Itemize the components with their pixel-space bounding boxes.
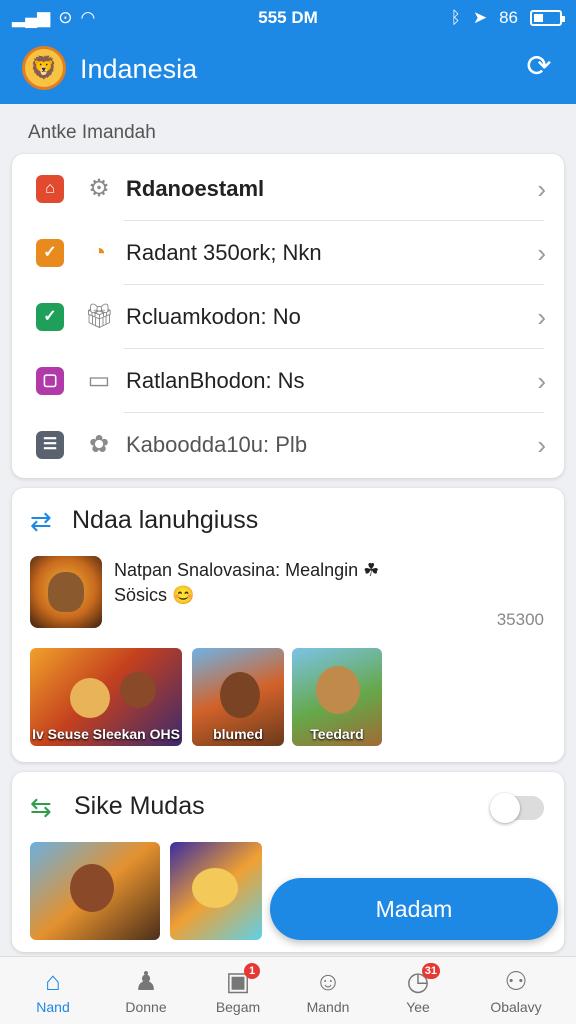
chat-icon: ▭ <box>87 367 111 394</box>
game-tile-caption: blumed <box>213 726 263 742</box>
list-item[interactable]: ☰ ✿ Kaboodda10u: Plb › <box>12 412 564 475</box>
game-tile-caption: Teedard <box>310 726 364 742</box>
settings-list-card: ⌂ ⚙ Rdanoestaml › ✓ ◔ Radant 350ork; Nkn… <box>12 154 564 478</box>
list-item[interactable]: ▢ ▭ RatlanBhodon: Ns › <box>12 348 564 411</box>
section-label: Antke Imandah <box>28 122 156 143</box>
location-icon: ➤ <box>472 8 488 27</box>
list-item-label: Rcluamkodon: No <box>126 304 301 329</box>
promo-card: ⇄ Ndaa lanuhgiuss Natpan Snalovasina: Me… <box>12 488 564 762</box>
secondary-title: Sike Mudas <box>74 792 205 820</box>
tab-bag[interactable]: ▣ 1 Begam <box>190 957 286 1024</box>
list-item[interactable]: ✓ 🎁︎ Rcluamkodon: No › <box>12 284 564 347</box>
chevron-right-icon: › <box>537 430 546 460</box>
chevron-right-icon: › <box>537 366 546 396</box>
gear-icon: ⚙ <box>88 175 110 202</box>
tab-clock[interactable]: ◷ 31 Yee <box>370 957 466 1024</box>
chevron-right-icon: › <box>537 174 546 204</box>
bluetooth-icon: ᛒ <box>450 8 461 27</box>
list-item[interactable]: ⌂ ⚙ Rdanoestaml › <box>12 156 564 219</box>
battery-icon <box>530 10 565 26</box>
game-tile[interactable]: Iv Seuse Sleekan OHS <box>30 648 182 746</box>
bag-icon: ⌂ <box>36 175 64 203</box>
lion-mascot-icon: 🦁 <box>22 46 66 90</box>
link-icon: ⇄ <box>30 506 52 536</box>
tab-home[interactable]: ⌂ Nand <box>5 957 101 1024</box>
app-bar: 🦁 Indanesia ⟳ <box>0 36 576 104</box>
list-item-label: RatlanBhodon: Ns <box>126 368 305 393</box>
check-icon: ✓ <box>36 303 64 331</box>
home-icon: ⌂ <box>45 966 61 996</box>
check-icon: ✓ <box>36 239 64 267</box>
primary-action-button[interactable]: Madam <box>270 878 558 940</box>
game-tile[interactable] <box>170 842 262 940</box>
game-tile[interactable]: Teedard <box>292 648 382 746</box>
clock-icon: ◷ 31 <box>402 963 440 997</box>
tab-profile[interactable]: ♟ Donne <box>98 957 194 1024</box>
list-icon: ☰ <box>36 431 64 459</box>
user-icon: ⚇ <box>504 966 528 996</box>
game-tile[interactable] <box>30 842 160 940</box>
smile-icon: ☺ <box>314 966 342 996</box>
bottom-tab-bar: ⌂ Nand ♟ Donne ▣ 1 Begam ☺ Mandn ◷ 31 Yee … <box>0 956 576 1024</box>
notification-badge: 31 <box>421 963 440 979</box>
puzzle-icon: ✿ <box>88 431 110 458</box>
status-bar: ▂▄▆ ⊙ ◠ 555 DM ᛒ ➤ 86 <box>0 0 576 36</box>
tab-smile[interactable]: ☺ Mandn <box>280 957 376 1024</box>
compass-icon: ◔ <box>91 239 107 266</box>
promo-title: Ndaa lanuhgiuss <box>72 506 259 534</box>
toggle-switch[interactable] <box>490 793 544 823</box>
list-item-label: Radant 350ork; Nkn <box>126 240 322 265</box>
list-item-label: Kaboodda10u: Plb <box>126 432 308 457</box>
promo-count: 35300 <box>496 610 544 629</box>
tab-account[interactable]: ⚇ Obalavy <box>468 957 564 1024</box>
square-icon: ▢ <box>36 367 64 395</box>
battery-text: 86 <box>499 8 518 27</box>
bag-icon: ▣ 1 <box>222 963 260 997</box>
gift-icon: 🎁︎ <box>84 303 115 330</box>
game-tile-caption: Iv Seuse Sleekan OHS <box>32 726 180 742</box>
chevron-right-icon: › <box>537 238 546 268</box>
refresh-icon[interactable]: ⟳ <box>522 50 556 84</box>
promo-text: Natpan Snalovasina: Mealngin ☘ Sösics 😊 <box>114 560 380 605</box>
list-item-label: Rdanoestaml <box>126 176 265 201</box>
chevron-right-icon: › <box>537 302 546 332</box>
game-tile[interactable]: blumed <box>192 648 284 746</box>
person-icon: ♟ <box>134 966 158 996</box>
app-title: Indanesia <box>80 54 198 84</box>
arrows-icon: ⇆ <box>30 792 52 822</box>
notification-badge: 1 <box>244 963 260 979</box>
promo-thumbnail[interactable] <box>30 556 102 628</box>
list-item[interactable]: ✓ ◔ Radant 350ork; Nkn › <box>12 220 564 283</box>
